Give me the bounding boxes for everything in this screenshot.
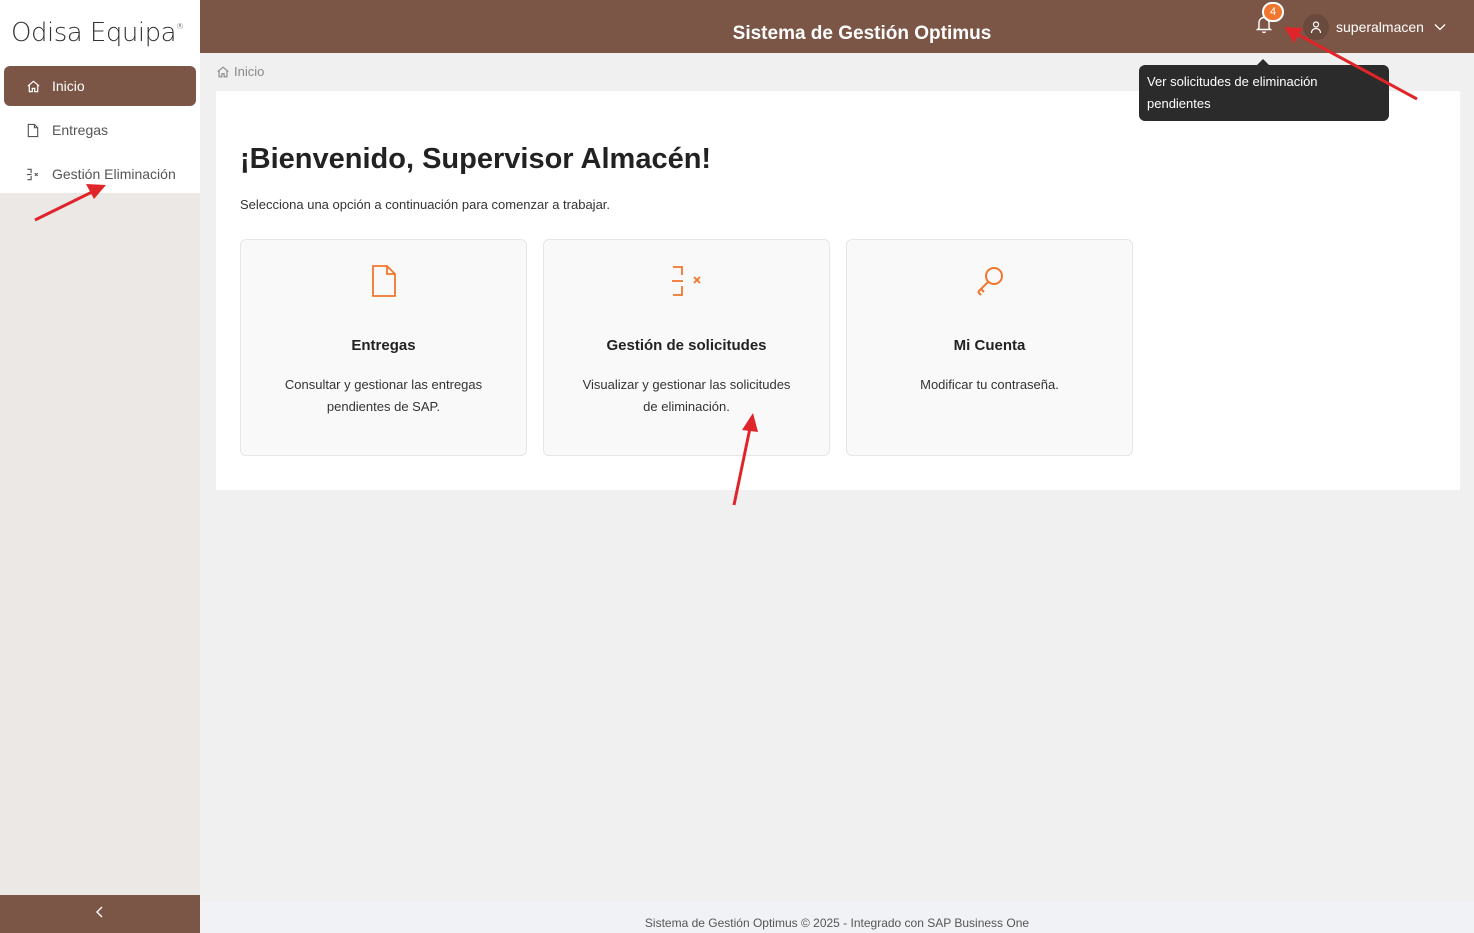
breadcrumb[interactable]: Inicio <box>216 64 264 79</box>
home-icon <box>216 65 230 79</box>
card-title: Entregas <box>351 337 416 354</box>
card-title: Gestión de solicitudes <box>606 337 767 354</box>
page-title: ¡Bienvenido, Supervisor Almacén! <box>240 143 712 175</box>
card-mi-cuenta[interactable]: Mi Cuenta Modificar tu contraseña. <box>846 239 1133 456</box>
file-icon <box>24 121 42 139</box>
sidebar-collapse-button[interactable] <box>0 895 200 933</box>
page-subtitle: Selecciona una opción a continuación par… <box>240 197 611 212</box>
main-content: ¡Bienvenido, Supervisor Almacén! Selecci… <box>216 91 1460 490</box>
card-description: Consultar y gestionar las entregas pendi… <box>284 377 483 414</box>
delete-request-icon <box>544 264 829 298</box>
chevron-left-icon <box>95 905 105 923</box>
delete-request-icon <box>24 165 42 183</box>
user-menu[interactable]: superalmacen <box>1303 13 1446 41</box>
sidebar-item-entregas[interactable]: Entregas <box>4 110 196 150</box>
username: superalmacen <box>1336 19 1424 35</box>
notification-badge[interactable]: 4 <box>1262 2 1284 22</box>
sidebar-item-label: Entregas <box>52 122 109 138</box>
chevron-down-icon <box>1434 23 1446 31</box>
sidebar-item-label: Inicio <box>52 78 85 94</box>
sidebar-menu: Inicio Entregas Gestión Eliminación <box>0 62 200 193</box>
logo: Odisa Equipa® <box>11 18 184 48</box>
card-entregas[interactable]: Entregas Consultar y gestionar las entre… <box>240 239 527 456</box>
top-header: Sistema de Gestión Optimus 4 superalmace… <box>200 0 1474 53</box>
notification-tooltip: Ver solicitudes de eliminación pendiente… <box>1139 59 1389 121</box>
home-icon <box>24 77 42 95</box>
card-title: Mi Cuenta <box>953 337 1026 354</box>
footer: Sistema de Gestión Optimus © 2025 - Inte… <box>200 902 1474 933</box>
sidebar-item-inicio[interactable]: Inicio <box>4 66 196 106</box>
user-avatar-icon <box>1303 14 1329 40</box>
card-gestion-solicitudes[interactable]: Gestión de solicitudes Visualizar y gest… <box>543 239 830 456</box>
sidebar-item-gestion-eliminacion[interactable]: Gestión Eliminación <box>4 154 196 194</box>
file-icon <box>241 264 526 298</box>
breadcrumb-label: Inicio <box>234 64 265 79</box>
sidebar-item-label: Gestión Eliminación <box>52 166 176 182</box>
card-description: Visualizar y gestionar las solicitudes d… <box>582 377 791 414</box>
key-icon <box>847 264 1132 298</box>
logo-area: Odisa Equipa® <box>0 0 200 66</box>
sidebar: Odisa Equipa® Inicio Entregas Gestión El… <box>0 0 200 933</box>
card-description: Modificar tu contraseña. <box>920 377 1059 392</box>
